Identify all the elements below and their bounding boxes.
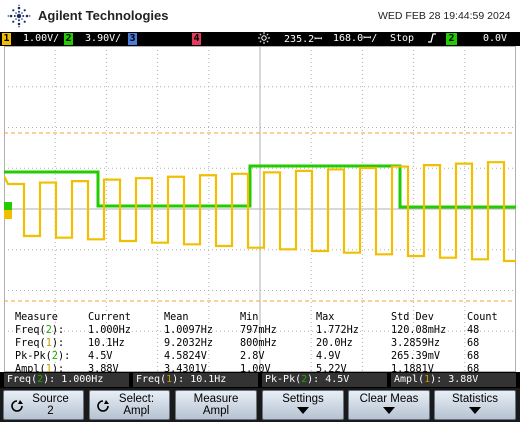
down-arrow-icon xyxy=(469,407,481,414)
measure-name: Freq(2): xyxy=(15,325,65,336)
status-bar: 1 1.00V/ 2 3.90V/ 3 4 235.2ꟷ 168.0ꟷ/ Sto… xyxy=(0,32,520,46)
stddev-value: 3.2859Hz xyxy=(391,338,441,349)
col-header-measure: Measure xyxy=(15,312,58,323)
date-time: WED FEB 28 19:44:59 2024 xyxy=(378,10,511,22)
select-softkey[interactable]: Select: Ampl xyxy=(89,390,170,420)
readout-pkpk-ch2: Pk-Pk(2): 4.5V xyxy=(262,373,387,387)
col-header-count: Count xyxy=(467,312,498,323)
mean-value: 3.4301V xyxy=(164,364,207,372)
down-arrow-icon xyxy=(297,407,309,414)
settings-softkey[interactable]: Settings xyxy=(262,390,344,420)
min-value: 1.00V xyxy=(240,364,271,372)
current-value: 1.000Hz xyxy=(88,325,131,336)
max-value: 5.22V xyxy=(316,364,347,372)
ch2-number: 2 xyxy=(64,33,73,45)
down-arrow-icon xyxy=(383,407,395,414)
count-value: 68 xyxy=(467,351,480,362)
col-header-max: Max xyxy=(316,312,335,323)
ch4-scale-group[interactable]: 4 xyxy=(192,32,201,46)
ch4-number: 4 xyxy=(192,33,201,45)
col-header-current: Current xyxy=(88,312,131,323)
time-scale-group[interactable]: 168.0ꟷ/ xyxy=(333,32,377,46)
stddev-value: 265.39mV xyxy=(391,351,441,362)
softkey-label: Clear Meas xyxy=(359,393,419,405)
ch1-ground-marker[interactable] xyxy=(4,210,12,219)
sun-delay-icon xyxy=(258,32,270,44)
trigger-level[interactable]: 0.0V xyxy=(483,32,507,46)
readout-freq-ch2: Freq(2): 1.000Hz xyxy=(4,373,129,387)
clear-meas-softkey[interactable]: Clear Meas xyxy=(348,390,430,420)
softkey-bar: Source 2 Select: Ampl Measure Ampl Setti… xyxy=(0,388,520,422)
mean-value: 4.5824V xyxy=(164,351,207,362)
run-state[interactable]: Stop xyxy=(390,32,414,46)
max-value: 1.772Hz xyxy=(316,325,359,336)
count-value: 68 xyxy=(467,364,480,372)
statistics-softkey[interactable]: Statistics xyxy=(434,390,516,420)
time-delay-group[interactable]: 235.2ꟷ xyxy=(258,32,322,46)
softkey-label: Measure xyxy=(193,393,239,405)
source-softkey[interactable]: Source 2 xyxy=(3,390,84,420)
stddev-value: 1.1881V xyxy=(391,364,434,372)
stddev-value: 120.08mHz xyxy=(391,325,447,336)
trigger-source-group[interactable]: 2 xyxy=(446,32,457,46)
mean-value: 1.0097Hz xyxy=(164,325,214,336)
rotate-knob-icon xyxy=(11,400,23,412)
trigger-edge-icon xyxy=(427,32,437,46)
time-scale: 168.0 xyxy=(333,33,364,44)
unit-glyph-icon: ꟷ xyxy=(314,34,323,45)
mean-value: 9.2032Hz xyxy=(164,338,214,349)
measure-ampl-softkey[interactable]: Measure Ampl xyxy=(175,390,257,420)
readout-ampl-ch1: Ampl(1): 3.88V xyxy=(391,373,516,387)
softkey-label: Settings xyxy=(282,393,324,405)
ch1-number: 1 xyxy=(2,33,11,45)
ch2-scale: 3.90V/ xyxy=(85,33,122,44)
time-delay: 235.2 xyxy=(284,34,315,45)
trigger-source-number: 2 xyxy=(446,33,457,45)
waveform-display[interactable]: Measure Current Mean Min Max Std Dev Cou… xyxy=(4,46,516,372)
max-value: 4.9V xyxy=(316,351,341,362)
current-value: 3.88V xyxy=(88,364,119,372)
measure-name: Pk-Pk(2): xyxy=(15,351,71,362)
current-value: 10.1Hz xyxy=(88,338,125,349)
brand-name: Agilent Technologies xyxy=(38,8,169,23)
measure-name: Freq(1): xyxy=(15,338,65,349)
measurement-readout-bar: Freq(2): 1.000Hz Freq(1): 10.1Hz Pk-Pk(2… xyxy=(0,372,520,388)
col-header-min: Min xyxy=(240,312,259,323)
ch1-scale: 1.00V/ xyxy=(23,33,60,44)
ch1-scale-group[interactable]: 1 1.00V/ xyxy=(2,32,59,46)
ch2-scale-group[interactable]: 2 3.90V/ xyxy=(64,32,121,46)
min-value: 800mHz xyxy=(240,338,277,349)
readout-freq-ch1: Freq(1): 10.1Hz xyxy=(133,373,258,387)
measure-name: Ampl(1): xyxy=(15,364,65,372)
softkey-value: Ampl xyxy=(202,405,230,417)
softkey-label: Statistics xyxy=(451,393,498,405)
max-value: 20.0Hz xyxy=(316,338,353,349)
ch3-number: 3 xyxy=(128,33,137,45)
ch3-scale-group[interactable]: 3 xyxy=(128,32,137,46)
col-header-stddev: Std Dev xyxy=(391,312,434,323)
col-header-mean: Mean xyxy=(164,312,189,323)
min-value: 2.8V xyxy=(240,351,265,362)
agilent-spark-logo-icon xyxy=(7,4,31,28)
count-value: 48 xyxy=(467,325,480,336)
current-value: 4.5V xyxy=(88,351,113,362)
header: Agilent Technologies WED FEB 28 19:44:59… xyxy=(0,0,520,32)
count-value: 68 xyxy=(467,338,480,349)
rotate-knob-icon xyxy=(97,400,109,412)
unit-glyph-icon: ꟷ/ xyxy=(363,33,378,44)
min-value: 797mHz xyxy=(240,325,277,336)
